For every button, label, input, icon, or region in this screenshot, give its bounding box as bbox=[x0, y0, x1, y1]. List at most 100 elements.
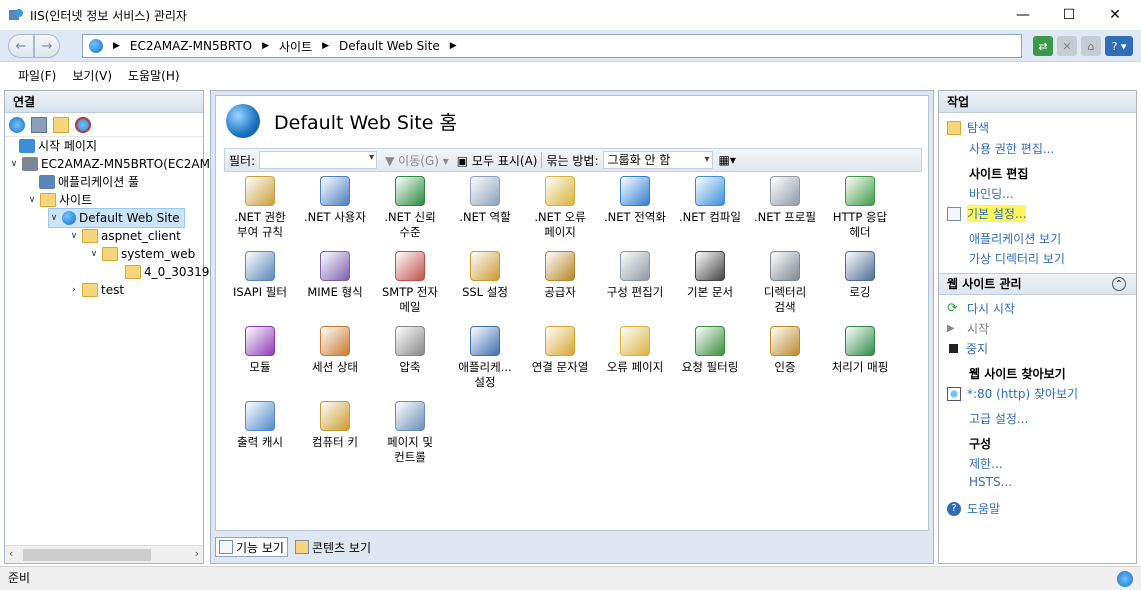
close-button[interactable]: ✕ bbox=[1092, 0, 1138, 30]
advanced-settings-action[interactable]: 고급 설정... bbox=[969, 410, 1028, 427]
help-icon[interactable]: ? ▾ bbox=[1105, 36, 1133, 56]
forward-button[interactable]: → bbox=[34, 34, 60, 58]
configure-heading: 구성 bbox=[969, 437, 992, 451]
feature-item[interactable]: 컴퓨터 키 bbox=[297, 401, 373, 450]
feature-item[interactable]: 오류 페이지 bbox=[597, 326, 673, 375]
feature-label: 로깅 bbox=[849, 285, 871, 299]
folder-icon bbox=[82, 283, 98, 297]
home-icon[interactable]: ⌂ bbox=[1081, 36, 1101, 56]
feature-item[interactable]: 구성 편집기 bbox=[597, 251, 673, 300]
explore-action[interactable]: 탐색 bbox=[947, 119, 989, 136]
feature-item[interactable]: 인증 bbox=[747, 326, 823, 375]
tree-item-system-web[interactable]: ∨ system_web bbox=[89, 245, 195, 263]
collapse-chevron-icon[interactable]: ∨ bbox=[49, 209, 59, 227]
feature-label: ISAPI 필터 bbox=[233, 285, 287, 299]
refresh-icon[interactable]: ⇄ bbox=[1033, 36, 1053, 56]
tree-item-app-pools[interactable]: 애플리케이션 풀 bbox=[39, 173, 139, 191]
expand-chevron-icon[interactable]: › bbox=[69, 281, 79, 299]
feature-item[interactable]: 로깅 bbox=[822, 251, 898, 300]
breadcrumb-server[interactable]: EC2AMAZ-MN5BRTO bbox=[130, 39, 252, 53]
connect-icon[interactable] bbox=[9, 116, 25, 133]
up-folder-icon[interactable] bbox=[53, 116, 69, 133]
maximize-button[interactable]: ☐ bbox=[1046, 0, 1092, 30]
horizontal-scrollbar[interactable]: ‹ › bbox=[5, 545, 203, 563]
output-cache-icon bbox=[245, 401, 275, 431]
tree-item-test[interactable]: › test bbox=[69, 281, 124, 299]
basic-settings-action[interactable]: 기본 설정... bbox=[947, 205, 1027, 222]
tree-item-sites[interactable]: ∨ 사이트 bbox=[27, 191, 92, 209]
feature-item[interactable]: SSL 설정 bbox=[447, 251, 523, 300]
feature-item[interactable]: 공급자 bbox=[522, 251, 598, 300]
save-icon[interactable] bbox=[31, 116, 47, 133]
tree-item-start-page[interactable]: 시작 페이지 bbox=[19, 137, 97, 155]
feature-item[interactable]: 출력 캐시 bbox=[222, 401, 298, 450]
feature-item[interactable]: 요청 필터링 bbox=[672, 326, 748, 375]
feature-item[interactable]: MIME 형식 bbox=[297, 251, 373, 300]
filter-label: 필터: bbox=[229, 153, 256, 168]
help-action[interactable]: ? 도움말 bbox=[947, 500, 1000, 517]
feature-item[interactable]: 연결 문자열 bbox=[522, 326, 598, 375]
feature-item[interactable]: 페이지 및 컨트롤 bbox=[372, 401, 448, 465]
feature-item[interactable]: ISAPI 필터 bbox=[222, 251, 298, 300]
browse-80-action[interactable]: *:80 (http) 찾아보기 bbox=[947, 385, 1078, 402]
feature-item[interactable]: .NET 역할 bbox=[447, 176, 523, 225]
collapse-chevron-icon[interactable]: ∨ bbox=[69, 227, 79, 245]
filter-bar: 필터: ▼ 이동(G) ▾ ▣ 모두 표시(A) 묶는 방법: 그룹화 안 함 … bbox=[224, 148, 922, 172]
collapse-chevron-icon[interactable]: ∨ bbox=[27, 191, 37, 209]
limits-action[interactable]: 제한... bbox=[969, 455, 1003, 472]
start-action[interactable]: ▶ 시작 bbox=[947, 320, 989, 337]
menu-file[interactable]: 파일(F) bbox=[10, 67, 64, 84]
tree-item-default-web-site[interactable]: ∨ Default Web Site bbox=[48, 208, 185, 228]
filter-input[interactable] bbox=[259, 151, 378, 169]
view-applications-action[interactable]: 애플리케이션 보기 bbox=[969, 230, 1061, 247]
tab-content-view[interactable]: 콘텐츠 보기 bbox=[292, 537, 374, 557]
feature-item[interactable]: SMTP 전자 메일 bbox=[372, 251, 448, 315]
feature-item[interactable]: .NET 전역화 bbox=[597, 176, 673, 225]
feature-item[interactable]: .NET 오류 페이지 bbox=[522, 176, 598, 240]
breadcrumb-site[interactable]: Default Web Site bbox=[339, 39, 440, 53]
show-all-button[interactable]: ▣ 모두 표시(A) bbox=[457, 152, 538, 169]
feature-label: 구성 편집기 bbox=[606, 285, 664, 299]
feature-item[interactable]: 기본 문서 bbox=[672, 251, 748, 300]
view-mode-icon[interactable]: ▦▾ bbox=[719, 153, 736, 167]
tree-item-server[interactable]: ∨ EC2AMAZ-MN5BRTO(EC2AM bbox=[9, 155, 210, 173]
feature-item[interactable]: .NET 신뢰 수준 bbox=[372, 176, 448, 240]
minimize-button[interactable]: — bbox=[1000, 0, 1046, 30]
feature-item[interactable]: .NET 권한 부여 규칙 bbox=[222, 176, 298, 240]
tab-features-view[interactable]: 기능 보기 bbox=[215, 537, 288, 557]
collapse-chevron-icon[interactable]: ∨ bbox=[89, 245, 99, 263]
tree-item-4-0-30319[interactable]: 4_0_30319 bbox=[125, 263, 209, 281]
feature-item[interactable]: 처리기 매핑 bbox=[822, 326, 898, 375]
hsts-action[interactable]: HSTS... bbox=[969, 475, 1012, 489]
feature-item[interactable]: .NET 컴파일 bbox=[672, 176, 748, 225]
feature-item[interactable]: 압축 bbox=[372, 326, 448, 375]
feature-item[interactable]: .NET 프로필 bbox=[747, 176, 823, 225]
feature-item[interactable]: 디렉터리 검색 bbox=[747, 251, 823, 315]
menu-help[interactable]: 도움말(H) bbox=[120, 67, 188, 84]
menu-view[interactable]: 보기(V) bbox=[64, 67, 120, 84]
feature-item[interactable]: HTTP 응답 헤더 bbox=[822, 176, 898, 240]
back-button[interactable]: ← bbox=[8, 34, 34, 58]
view-virtual-directories-action[interactable]: 가상 디렉터리 보기 bbox=[969, 250, 1065, 267]
feature-item[interactable]: 모듈 bbox=[222, 326, 298, 375]
group-by-select[interactable]: 그룹화 안 함 bbox=[602, 151, 713, 169]
restart-action[interactable]: ⟳ 다시 시작 bbox=[947, 300, 1015, 317]
feature-item[interactable]: 세션 상태 bbox=[297, 326, 373, 375]
collapse-up-icon[interactable]: ⌃ bbox=[1112, 277, 1126, 291]
feature-item[interactable]: 애플리케... 설정 bbox=[447, 326, 523, 390]
collapse-chevron-icon[interactable]: ∨ bbox=[9, 155, 19, 173]
feature-item[interactable]: .NET 사용자 bbox=[297, 176, 373, 225]
directory-browse-icon bbox=[770, 251, 800, 281]
breadcrumb-sites[interactable]: 사이트 bbox=[279, 38, 312, 55]
stop-icon[interactable]: ✕ bbox=[1057, 36, 1077, 56]
bindings-action[interactable]: 바인딩... bbox=[969, 185, 1014, 202]
scroll-right-icon[interactable]: › bbox=[195, 547, 199, 560]
scroll-thumb[interactable] bbox=[23, 549, 151, 561]
disconnect-icon[interactable] bbox=[75, 116, 91, 133]
stop-action[interactable]: 중지 bbox=[947, 340, 988, 357]
go-button[interactable]: ▼ 이동(G) ▾ bbox=[385, 152, 449, 169]
scroll-left-icon[interactable]: ‹ bbox=[9, 547, 13, 560]
tree-item-aspnet-client[interactable]: ∨ aspnet_client bbox=[69, 227, 181, 245]
address-bar[interactable]: ▶ EC2AMAZ-MN5BRTO ▶ 사이트 ▶ Default Web Si… bbox=[82, 34, 1022, 58]
edit-permissions-action[interactable]: 사용 권한 편집... bbox=[969, 140, 1054, 157]
